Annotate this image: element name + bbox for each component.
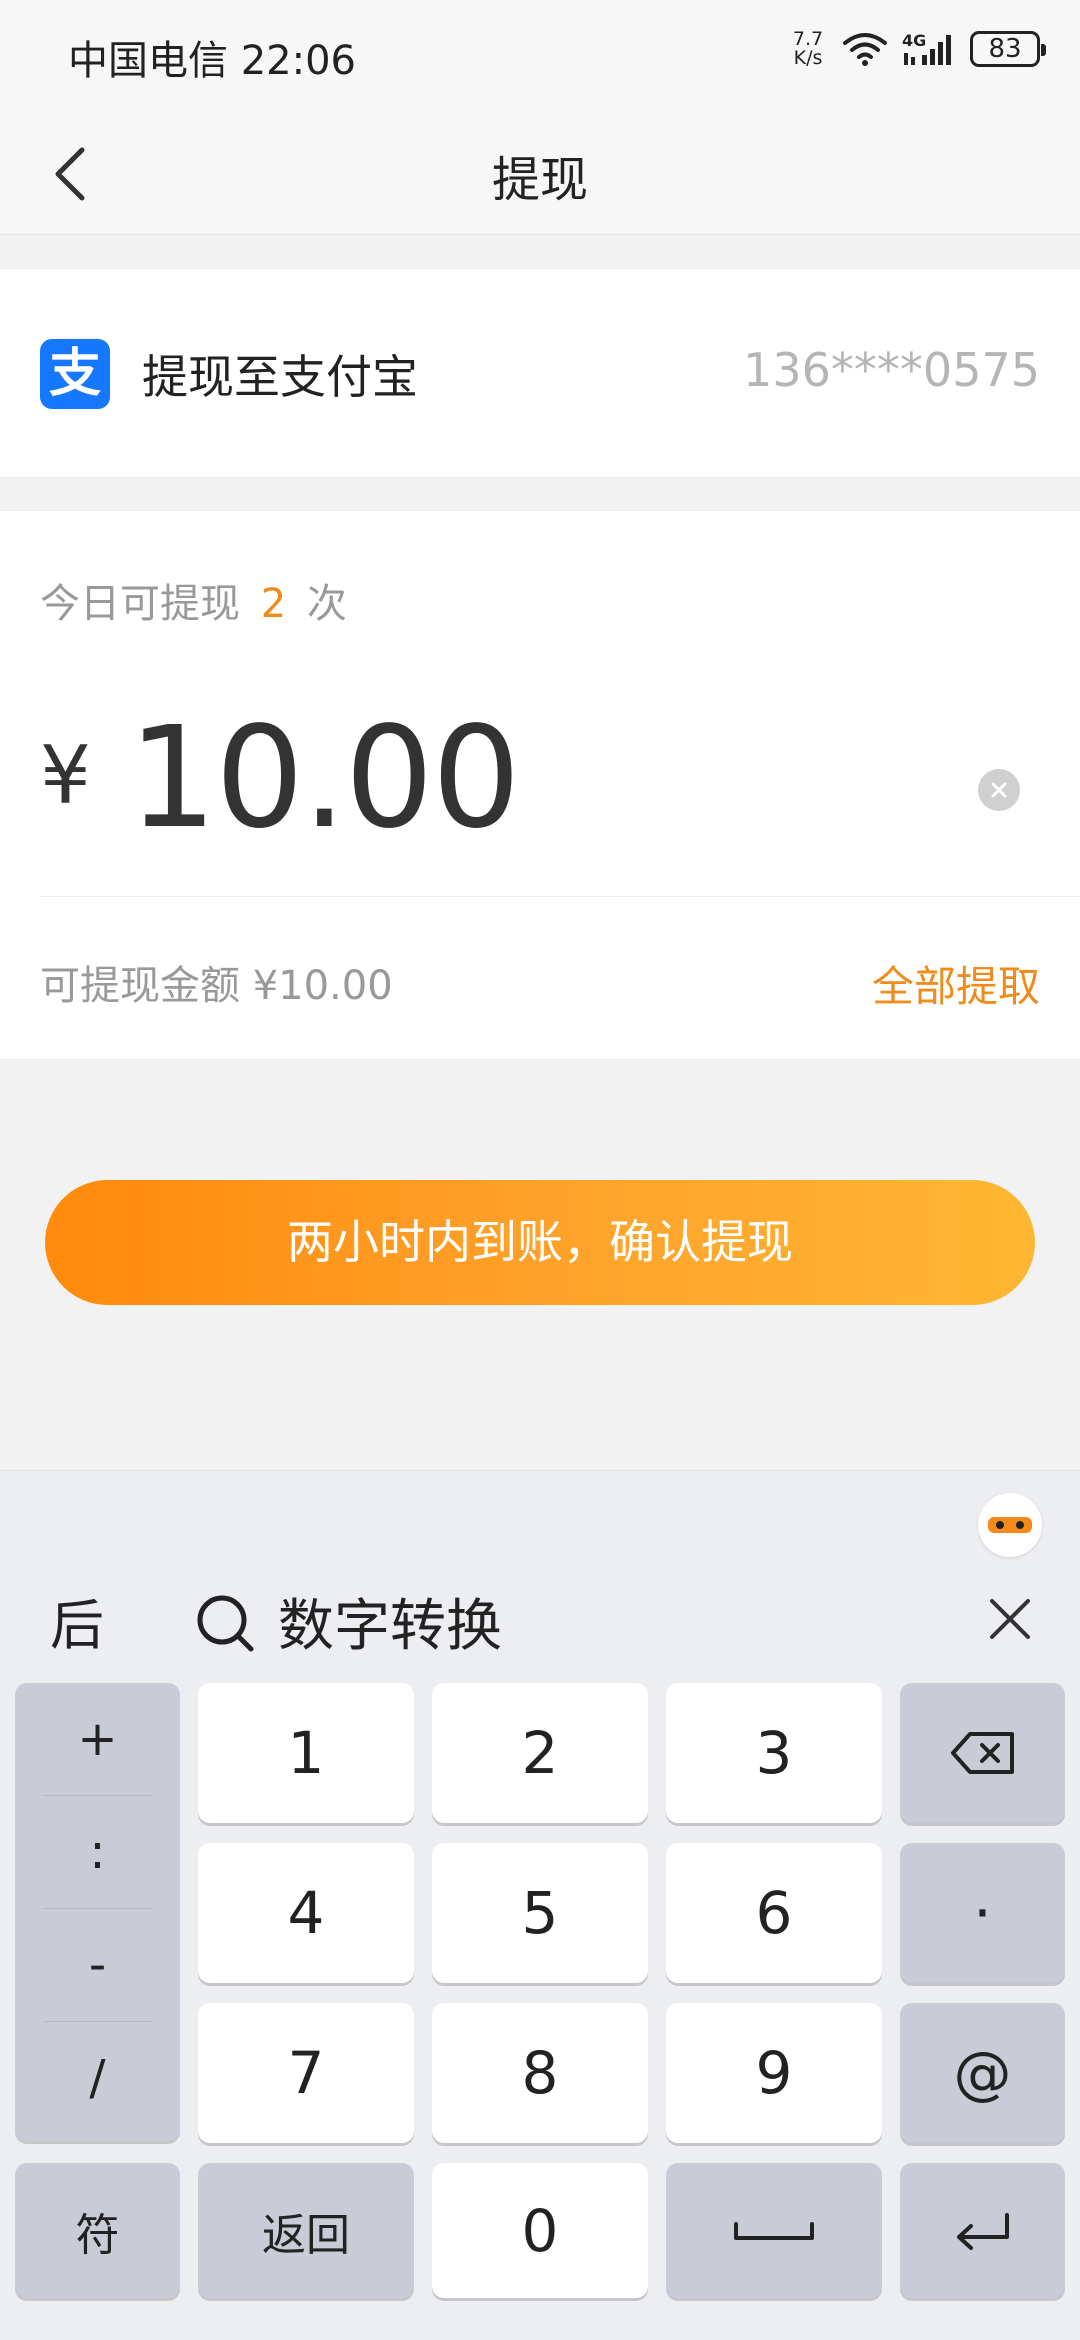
daily-withdraw-times: 今日可提现 2 次 xyxy=(40,571,347,629)
key-at[interactable]: @ xyxy=(900,2003,1065,2143)
backspace-key[interactable] xyxy=(900,1683,1065,1823)
times-suffix: 次 xyxy=(306,581,347,627)
enter-icon xyxy=(956,2212,1009,2250)
key-slash[interactable]: / xyxy=(15,2022,180,2134)
cellular-signal-icon: 4G xyxy=(902,31,956,67)
keyboard-search-label[interactable]: 数字转换 xyxy=(278,1581,502,1662)
key-0[interactable]: 0 xyxy=(432,2163,648,2298)
times-count: 2 xyxy=(260,581,287,627)
key-3[interactable]: 3 xyxy=(666,1683,882,1823)
key-dot[interactable]: · xyxy=(900,1843,1065,1983)
keyboard-close-icon[interactable] xyxy=(984,1593,1036,1645)
battery-icon: 83 xyxy=(970,31,1046,67)
page-title: 提现 xyxy=(491,152,588,208)
key-7[interactable]: 7 xyxy=(198,2003,414,2143)
nav-bar: 提现 xyxy=(0,110,1080,235)
network-speed-unit: K/s xyxy=(793,47,823,69)
enter-key[interactable] xyxy=(900,2163,1065,2298)
status-bar: 中国电信 22:06 7.7 K/s 4G 83 xyxy=(0,0,1080,110)
space-icon xyxy=(734,2221,814,2240)
status-time: 22:06 xyxy=(240,38,356,84)
key-6[interactable]: 6 xyxy=(666,1843,882,1983)
wifi-icon xyxy=(843,33,887,66)
key-plus[interactable]: + xyxy=(15,1683,180,1795)
space-key[interactable] xyxy=(666,2163,882,2298)
backspace-icon xyxy=(950,1732,1014,1774)
keyboard-mascot-icon[interactable] xyxy=(978,1493,1042,1557)
amount-input[interactable]: 10.00 xyxy=(128,709,521,849)
key-4[interactable]: 4 xyxy=(198,1843,414,1983)
symbol-switch-key[interactable]: 符 xyxy=(15,2163,180,2298)
amount-divider xyxy=(40,896,1080,897)
key-8[interactable]: 8 xyxy=(432,2003,648,2143)
key-9[interactable]: 9 xyxy=(666,2003,882,2143)
close-icon xyxy=(991,782,1007,798)
withdraw-card: 今日可提现 2 次 ¥ 10.00 可提现金额 ¥10.00 全部提取 xyxy=(0,510,1080,1060)
return-key[interactable]: 返回 xyxy=(198,2163,414,2298)
symbol-column: + : - / xyxy=(15,1683,180,2141)
withdraw-all-link[interactable]: 全部提取 xyxy=(872,953,1040,1014)
payout-account-number: 136****0575 xyxy=(743,343,1040,397)
key-colon[interactable]: : xyxy=(15,1796,180,1908)
payout-account-label: 提现至支付宝 xyxy=(142,350,418,404)
search-icon[interactable] xyxy=(193,1591,257,1655)
carrier-name: 中国电信 xyxy=(68,38,228,84)
network-speed: 7.7 K/s xyxy=(788,30,828,68)
payout-account-row[interactable]: 支 提现至支付宝 136****0575 xyxy=(0,268,1080,478)
numeric-keyboard: 后 数字转换 + : - / 1 2 3 4 5 6 · 7 8 9 @ 符 返… xyxy=(0,1470,1080,2340)
keyboard-back-button[interactable]: 后 xyxy=(50,1581,104,1660)
available-amount: 可提现金额 ¥10.00 xyxy=(40,963,393,1009)
status-carrier-time: 中国电信 22:06 xyxy=(68,28,356,86)
clear-amount-button[interactable] xyxy=(978,769,1020,811)
currency-symbol: ¥ xyxy=(40,729,91,822)
key-5[interactable]: 5 xyxy=(432,1843,648,1983)
key-2[interactable]: 2 xyxy=(432,1683,648,1823)
times-prefix: 今日可提现 xyxy=(40,581,240,627)
alipay-logo-icon: 支 xyxy=(40,339,110,409)
status-icons: 7.7 K/s 4G 83 xyxy=(788,30,1046,68)
confirm-withdraw-button[interactable]: 两小时内到账，确认提现 xyxy=(45,1180,1035,1305)
key-minus[interactable]: - xyxy=(15,1909,180,2021)
key-1[interactable]: 1 xyxy=(198,1683,414,1823)
